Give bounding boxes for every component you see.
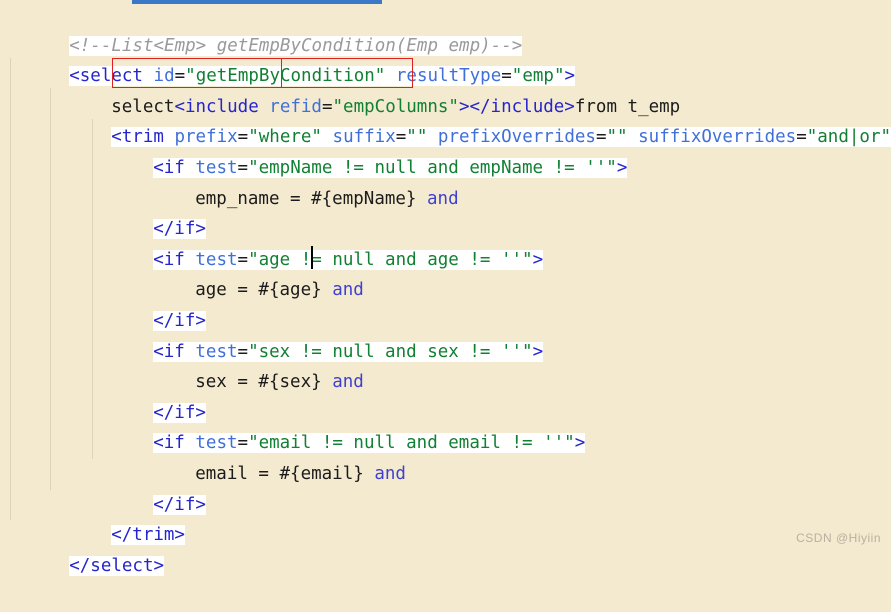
text-caret <box>311 246 313 269</box>
code-line-select-include[interactable]: select<include refid="empColumns"></incl… <box>0 61 891 117</box>
code-line-endif-email[interactable]: </if> <box>0 459 891 515</box>
code-line-endif-sex[interactable]: </if> <box>0 367 891 423</box>
code-line-if-empname[interactable]: <if test="empName != null and empName !=… <box>0 122 891 178</box>
code-line-trim-open[interactable]: <trim prefix="where" suffix="" prefixOve… <box>0 92 891 148</box>
code-line-endif-empname[interactable]: </if> <box>0 184 891 240</box>
watermark-text: CSDN @Hiyiin <box>796 531 881 545</box>
select-close-tag: </select> <box>69 555 165 576</box>
code-line-trim-close[interactable]: </trim> <box>0 490 891 546</box>
code-line-select-close[interactable]: </select> <box>0 520 891 576</box>
code-line-body-empname[interactable]: emp_name = #{empName} and <box>0 153 891 209</box>
code-line-if-email[interactable]: <if test="email != null and email != ''"… <box>0 398 891 454</box>
code-line-if-sex[interactable]: <if test="sex != null and sex != ''"> <box>0 306 891 362</box>
code-line-body-age[interactable]: age = #{age} and <box>0 245 891 301</box>
code-line-body-sex[interactable]: sex = #{sex} and <box>0 337 891 393</box>
code-line-if-age[interactable]: <if test="age != null and age != ''"> <box>0 214 891 270</box>
code-line-comment[interactable]: <!--List<Emp> getEmpByCondition(Emp emp)… <box>0 0 891 56</box>
code-line-body-email[interactable]: email = #{email} and <box>0 428 891 484</box>
code-editor[interactable]: <!--List<Emp> getEmpByCondition(Emp emp)… <box>0 0 891 576</box>
code-content[interactable]: <!--List<Emp> getEmpByCondition(Emp emp)… <box>0 0 891 576</box>
code-line-endif-age[interactable]: </if> <box>0 275 891 331</box>
code-line-select-open[interactable]: <select id="getEmpByCondition" resultTyp… <box>0 31 891 87</box>
